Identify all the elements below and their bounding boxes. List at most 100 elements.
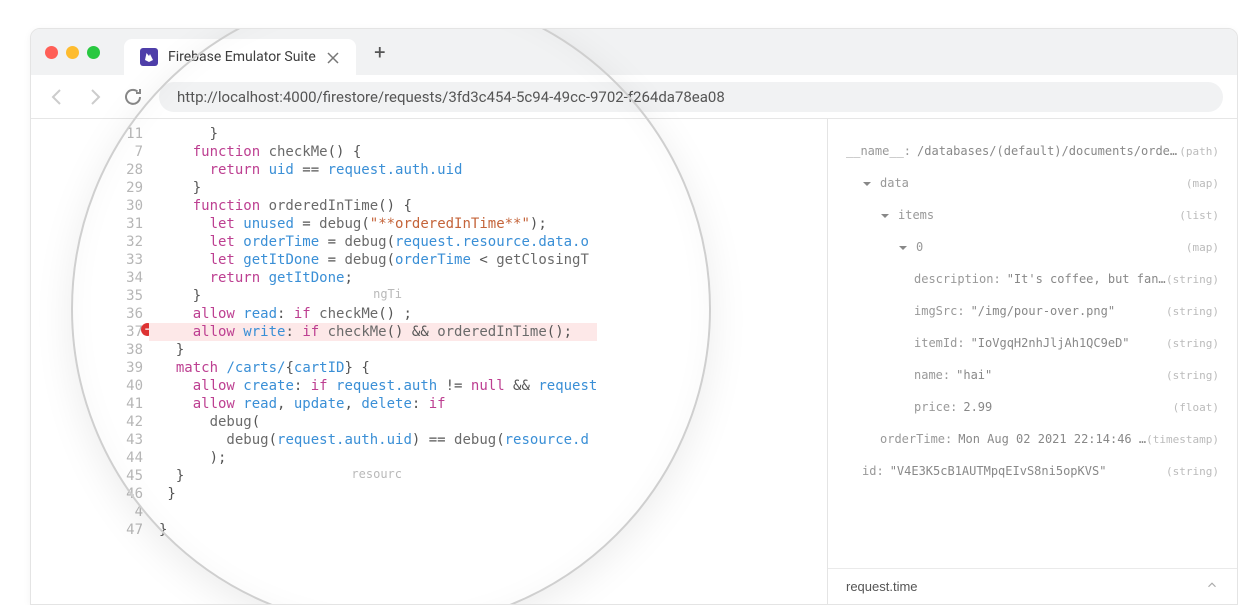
line-number: 36 bbox=[95, 305, 149, 323]
inspector-row: description: "It's coffee, but fanc…(str… bbox=[846, 263, 1219, 295]
inspector-row: id: "V4E3K5cB1AUTMpqEIvS8ni5opKVS"(strin… bbox=[846, 455, 1219, 487]
rules-editor: 1172829303132333435363738394041424344454… bbox=[31, 119, 827, 604]
inspector-section-label: request.time bbox=[846, 579, 918, 594]
inspector-type: (timestamp) bbox=[1146, 433, 1219, 446]
inspector-row[interactable]: 0(map) bbox=[846, 231, 1219, 263]
close-tab-icon[interactable] bbox=[326, 50, 340, 64]
line-number: 41 bbox=[95, 395, 149, 413]
line-number: 4 bbox=[95, 503, 149, 521]
inspector-row: __name__: /databases/(default)/documents… bbox=[846, 135, 1219, 167]
line-number: 30 bbox=[95, 197, 149, 215]
twisty-down-icon[interactable] bbox=[880, 210, 890, 220]
url-field[interactable]: http://localhost:4000/firestore/requests… bbox=[159, 82, 1223, 112]
twisty-down-icon[interactable] bbox=[898, 242, 908, 252]
line-number: 40 bbox=[95, 377, 149, 395]
inspector-value: "V4E3K5cB1AUTMpqEIvS8ni5opKVS" bbox=[890, 464, 1166, 478]
line-number: 33 bbox=[95, 251, 149, 269]
twisty-down-icon[interactable] bbox=[862, 178, 872, 188]
code-line: debug( bbox=[159, 413, 597, 431]
code-line: } bbox=[159, 179, 597, 197]
line-number: 39 bbox=[95, 359, 149, 377]
inspector-type: (string) bbox=[1166, 369, 1219, 382]
line-number: 46 bbox=[95, 485, 149, 503]
line-number: 35 bbox=[95, 287, 149, 305]
code-line: let orderTime = debug(request.resource.d… bbox=[159, 233, 597, 251]
inspector-row: itemId: "IoVgqH2nhJljAh1QC9eD"(string) bbox=[846, 327, 1219, 359]
back-button-icon[interactable] bbox=[45, 85, 69, 109]
line-number: 43 bbox=[95, 431, 149, 449]
request-inspector-panel: __name__: /databases/(default)/documents… bbox=[827, 119, 1237, 604]
inspector-value: "hai" bbox=[956, 368, 1166, 382]
inspector-key: itemId: bbox=[914, 336, 965, 350]
line-number: 44 bbox=[95, 449, 149, 467]
code-line: } bbox=[159, 521, 597, 539]
code-line: let unused = debug("**orderedInTime**"); bbox=[159, 215, 597, 233]
inspector-row: orderTime: Mon Aug 02 2021 22:14:46 GM…(… bbox=[846, 423, 1219, 455]
line-number: 11 bbox=[95, 125, 149, 143]
code-line: match /carts/{cartID} { bbox=[159, 359, 597, 377]
inspector-row[interactable]: items (list) bbox=[846, 199, 1219, 231]
tab-title: Firebase Emulator Suite bbox=[168, 49, 316, 65]
inspector-type: (string) bbox=[1166, 305, 1219, 318]
inspector-key: imgSrc: bbox=[914, 304, 965, 318]
code-line: allow read: if checkMe() ; bbox=[159, 305, 597, 323]
inspector-type: (float) bbox=[1173, 401, 1219, 414]
inspector-type: (map) bbox=[1186, 177, 1219, 190]
inspector-value: 2.99 bbox=[963, 400, 1172, 414]
code-line: return uid == request.auth.uid bbox=[159, 161, 597, 179]
forward-button-icon[interactable] bbox=[83, 85, 107, 109]
chevron-up-icon bbox=[1205, 578, 1219, 595]
close-window-icon[interactable] bbox=[45, 46, 58, 59]
inspector-type: (list) bbox=[1179, 209, 1219, 222]
inspector-type: (string) bbox=[1166, 465, 1219, 478]
new-tab-button[interactable]: + bbox=[366, 38, 394, 66]
code-line: } bbox=[159, 125, 597, 143]
line-number: 28 bbox=[95, 161, 149, 179]
clipped-text: ngTi bbox=[373, 287, 402, 301]
inspector-row: price: 2.99(float) bbox=[846, 391, 1219, 423]
line-number: 29 bbox=[95, 179, 149, 197]
line-number: 38 bbox=[95, 341, 149, 359]
inspector-section-toggle[interactable]: request.time bbox=[828, 568, 1237, 604]
inspector-key: 0 bbox=[916, 240, 923, 254]
inspector-key: price: bbox=[914, 400, 957, 414]
inspector-row: name: "hai"(string) bbox=[846, 359, 1219, 391]
inspector-key: description: bbox=[914, 272, 1001, 286]
line-number: 47 bbox=[95, 521, 149, 539]
maximize-window-icon[interactable] bbox=[87, 46, 100, 59]
line-number: 31 bbox=[95, 215, 149, 233]
inspector-value: "IoVgqH2nhJljAh1QC9eD" bbox=[971, 336, 1166, 350]
inspector-row[interactable]: data (map) bbox=[846, 167, 1219, 199]
code-line: allow write: if checkMe() && orderedInTi… bbox=[149, 323, 597, 341]
minimize-window-icon[interactable] bbox=[66, 46, 79, 59]
code-line: ); bbox=[159, 449, 597, 467]
inspector-row: imgSrc: "/img/pour-over.png"(string) bbox=[846, 295, 1219, 327]
code-line: return getItDone; bbox=[159, 269, 597, 287]
inspector-type: (string) bbox=[1166, 273, 1219, 286]
reload-button-icon[interactable] bbox=[121, 85, 145, 109]
inspector-key: items bbox=[898, 208, 934, 222]
line-number: 34 bbox=[95, 269, 149, 287]
url-text: http://localhost:4000/firestore/requests… bbox=[177, 88, 725, 106]
inspector-key: data bbox=[880, 176, 909, 190]
inspector-value: "/img/pour-over.png" bbox=[971, 304, 1166, 318]
code-line: let getItDone = debug(orderTime < getClo… bbox=[159, 251, 597, 269]
code-line: function checkMe() { bbox=[159, 143, 597, 161]
browser-tab[interactable]: Firebase Emulator Suite bbox=[124, 39, 356, 75]
code-line: allow read, update, delete: if bbox=[159, 395, 597, 413]
inspector-key: orderTime: bbox=[880, 432, 952, 446]
firebase-favicon-icon bbox=[140, 48, 158, 66]
inspector-key: id: bbox=[862, 464, 884, 478]
traffic-lights bbox=[45, 46, 100, 59]
code-line: } bbox=[159, 341, 597, 359]
inspector-key: __name__ bbox=[846, 144, 904, 158]
line-number: 42 bbox=[95, 413, 149, 431]
code-line: allow create: if request.auth != null &&… bbox=[159, 377, 597, 395]
address-bar: http://localhost:4000/firestore/requests… bbox=[31, 75, 1237, 119]
inspector-value: /databases/(default)/documents/orde… bbox=[917, 144, 1179, 158]
clipped-text: resourc bbox=[351, 467, 402, 481]
code-line: } bbox=[159, 485, 597, 503]
inspector-value: "It's coffee, but fanc… bbox=[1007, 272, 1166, 286]
tab-bar: Firebase Emulator Suite + bbox=[31, 29, 1237, 75]
inspector-type: (path) bbox=[1179, 145, 1219, 158]
